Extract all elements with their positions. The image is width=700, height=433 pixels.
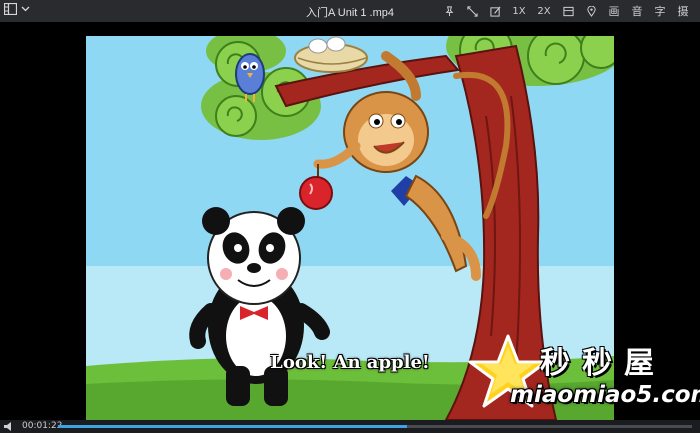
- expand-icon[interactable]: [461, 3, 483, 19]
- playlist-icon[interactable]: [4, 3, 17, 15]
- watermark-chinese: 秒秒屋: [540, 346, 666, 381]
- edit-icon[interactable]: [484, 3, 506, 19]
- watermark: 秒秒屋 miaomiao5.com: [468, 332, 700, 424]
- progress-fill: [58, 425, 407, 428]
- toolbar: 1X 2X 画 音 字 摄: [437, 3, 694, 19]
- aspect-icon[interactable]: [557, 3, 579, 19]
- title-bar: 入门A Unit 1 .mp4 1X 2X 画 音 字 摄: [0, 0, 700, 22]
- pin-icon[interactable]: [438, 3, 460, 19]
- speed-1x-button[interactable]: 1X: [507, 3, 531, 19]
- playback-controls: 00:01:22: [0, 420, 700, 433]
- location-icon[interactable]: [580, 3, 602, 19]
- picture-button[interactable]: 画: [603, 3, 625, 19]
- audio-button[interactable]: 音: [626, 3, 648, 19]
- current-time: 00:01:22: [22, 421, 63, 431]
- subtitle-button[interactable]: 字: [649, 3, 671, 19]
- progress-bar[interactable]: [58, 425, 692, 428]
- capture-button[interactable]: 摄: [672, 3, 694, 19]
- title-bar-left: [4, 3, 30, 15]
- chevron-down-icon[interactable]: [21, 6, 30, 12]
- speed-2x-button[interactable]: 2X: [532, 3, 556, 19]
- volume-icon[interactable]: [4, 422, 16, 431]
- watermark-url: miaomiao5.com: [510, 382, 700, 408]
